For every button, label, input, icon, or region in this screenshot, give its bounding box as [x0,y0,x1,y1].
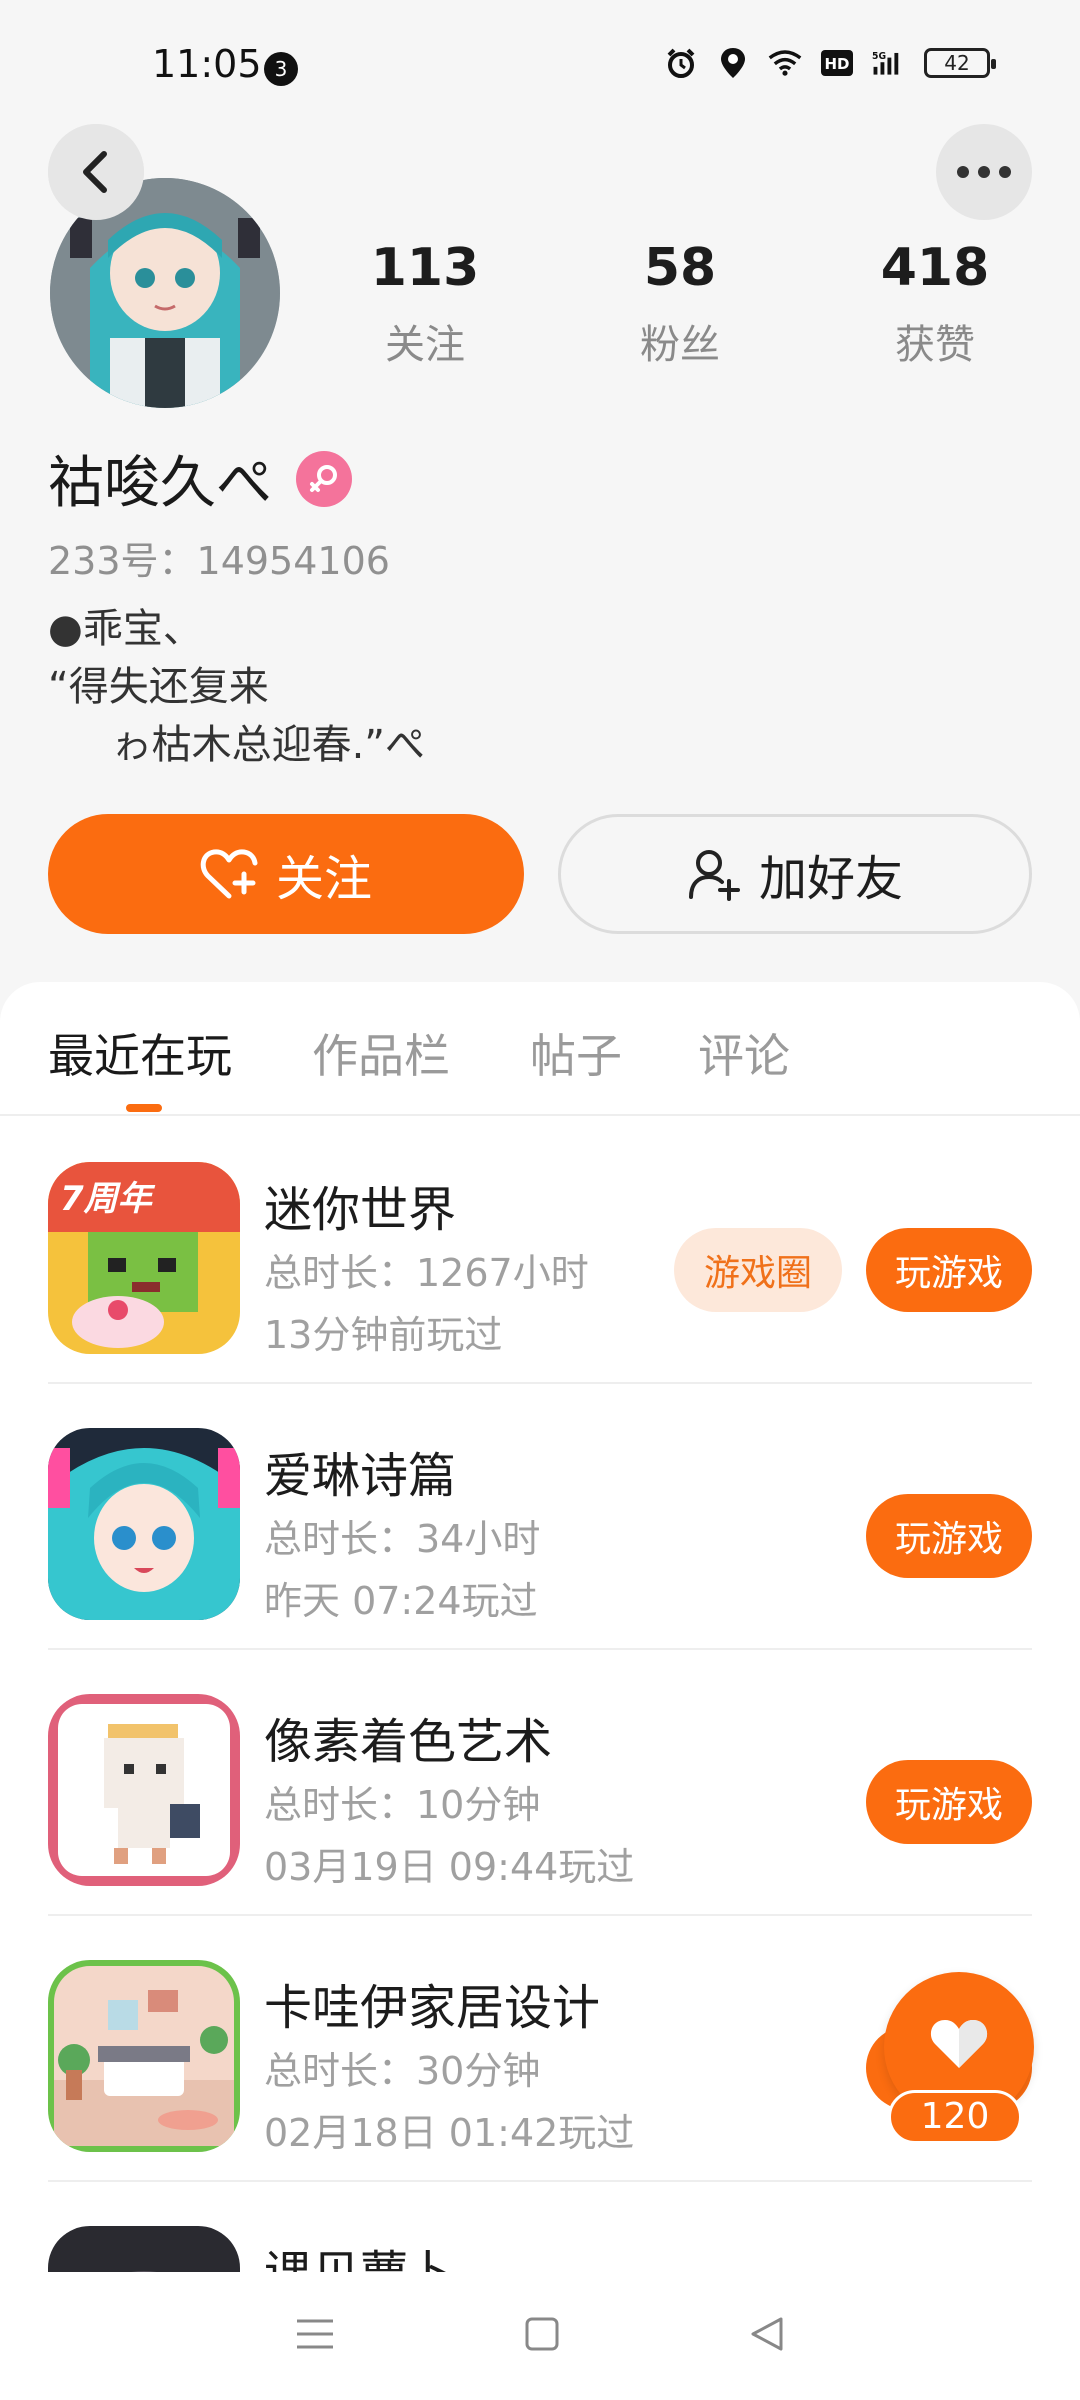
tab-recently-played[interactable]: 最近在玩 [48,1020,232,1086]
play-game-button[interactable]: 玩游戏 [866,1760,1032,1844]
game-duration: 总时长：30分钟 [264,2049,541,2093]
tab-bar: 最近在玩 作品栏 帖子 评论 [0,982,1080,1116]
menu-icon[interactable] [295,2317,335,2355]
game-icon-kawaii-home [48,1960,240,2152]
game-last-played: 03月19日 09:44玩过 [264,1845,635,1889]
game-duration: 总时长：10分钟 [264,1783,541,1827]
heart-plus-icon [200,849,258,899]
play-game-button[interactable]: 玩游戏 [866,1228,1032,1312]
more-options-button[interactable] [936,124,1032,220]
game-duration: 总时长：1267小时 [264,1251,589,1295]
user-bio: ●乖宝、 “得失还复来 ゎ枯木总迎春.”ぺ [48,606,426,768]
tab-works[interactable]: 作品栏 [312,1020,450,1086]
game-circle-button[interactable]: 游戏圈 [674,1228,842,1312]
signal-5g-icon: 5G [872,46,906,80]
game-icon-pixel-art [48,1694,240,1886]
list-item[interactable]: 爱琳诗篇 总时长：34小时 昨天 07:24玩过 玩游戏 [48,1384,1032,1650]
active-tab-indicator [126,1104,162,1112]
stat-followers[interactable]: 58 粉丝 [595,238,765,370]
svg-text:HD: HD [824,55,849,73]
status-icons: HD 5G 42 [664,46,996,80]
back-triangle-icon[interactable] [749,2315,785,2357]
game-title: 迷你世界 [264,1182,457,1238]
stat-value: 58 [643,238,717,298]
heart-icon [930,2020,988,2068]
game-title: 像素着色艺术 [264,1714,553,1770]
username-row: 祜唆久ぺ [48,438,352,519]
add-friend-button[interactable]: 加好友 [558,814,1032,934]
game-title: 课贝蕈卜 [264,2234,456,2272]
status-time: 11:05 [152,42,262,86]
stat-label: 关注 [385,322,465,368]
game-last-played: 13分钟前玩过 [264,1313,503,1357]
add-user-icon [688,850,740,901]
user-id: 233号：14954106 [48,539,390,583]
play-game-button[interactable]: 玩游戏 [866,1494,1032,1578]
game-title: 卡哇伊家居设计 [264,1980,601,2036]
game-duration: 总时长：34小时 [264,1517,541,1561]
add-friend-label: 加好友 [758,851,903,907]
alarm-icon [664,46,698,80]
tab-comments[interactable]: 评论 [698,1020,790,1086]
stat-value: 418 [880,238,990,298]
stat-value: 113 [370,238,480,298]
game-icon-partial [48,2226,240,2272]
more-dots-icon [957,166,1011,178]
game-icon-ailin [48,1428,240,1620]
hd-icon: HD [820,46,854,80]
game-last-played: 02月18日 01:42玩过 [264,2111,635,2155]
game-last-played: 昨天 07:24玩过 [264,1579,538,1623]
username: 祜唆久ぺ [48,451,272,516]
chevron-left-icon [83,151,107,193]
system-nav-bar [0,2272,1080,2400]
back-button-overlay[interactable] [48,124,144,220]
female-gender-icon [296,450,352,507]
follow-button[interactable]: 关注 [48,814,524,934]
list-item[interactable]: 7周年 迷你世界 总时长：1267小时 13分钟前玩过 游戏圈 玩游戏 [48,1118,1032,1384]
follow-label: 关注 [275,851,372,907]
stat-likes[interactable]: 418 获赞 [850,238,1020,370]
like-count-badge: 120 [888,2090,1022,2144]
stat-following[interactable]: 113 关注 [340,238,510,370]
stat-label: 粉丝 [640,322,720,368]
stat-label: 获赞 [895,322,975,368]
list-item[interactable]: 课贝蕈卜 [48,2182,1032,2272]
svg-text:5G: 5G [872,51,886,62]
wifi-icon [768,46,802,80]
battery-icon: 42 [924,48,996,78]
game-title: 爱琳诗篇 [264,1448,457,1504]
status-bar: 11:05 3 HD 5G 42 [0,0,1080,130]
game-icon-mini-world: 7周年 [48,1162,240,1354]
tab-posts[interactable]: 帖子 [530,1020,622,1086]
profile-stats: 113 关注 58 粉丝 418 获赞 [340,238,1020,370]
notification-count-badge: 3 [264,52,298,86]
svg-text:7周年: 7周年 [60,1179,156,1219]
home-icon[interactable] [524,2316,560,2356]
location-icon [716,46,750,80]
list-item[interactable]: 像素着色艺术 总时长：10分钟 03月19日 09:44玩过 玩游戏 [48,1650,1032,1916]
